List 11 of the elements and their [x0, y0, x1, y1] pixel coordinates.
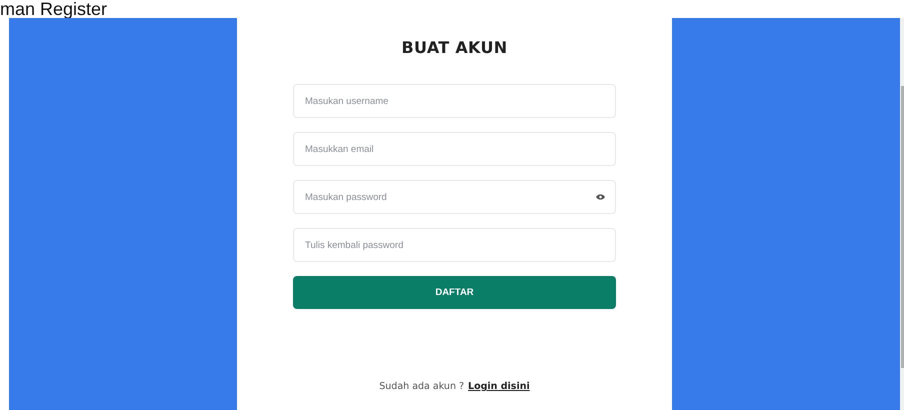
password-field[interactable]: Masukan password	[293, 180, 616, 214]
caption-text: man Register	[0, 0, 108, 18]
input-field[interactable]: Tulis kembali password	[293, 228, 616, 262]
input-field[interactable]: Masukkan email	[293, 132, 616, 166]
login-link[interactable]: Login disini	[468, 381, 530, 392]
scrollbar[interactable]	[900, 18, 904, 410]
input-field[interactable]: Masukan username	[293, 84, 616, 118]
register-button[interactable]: DAFTAR	[293, 276, 616, 309]
form-title: BUAT AKUN	[402, 38, 508, 57]
eye-icon[interactable]	[596, 194, 605, 200]
footer-text: Sudah ada akun ?	[379, 381, 464, 392]
